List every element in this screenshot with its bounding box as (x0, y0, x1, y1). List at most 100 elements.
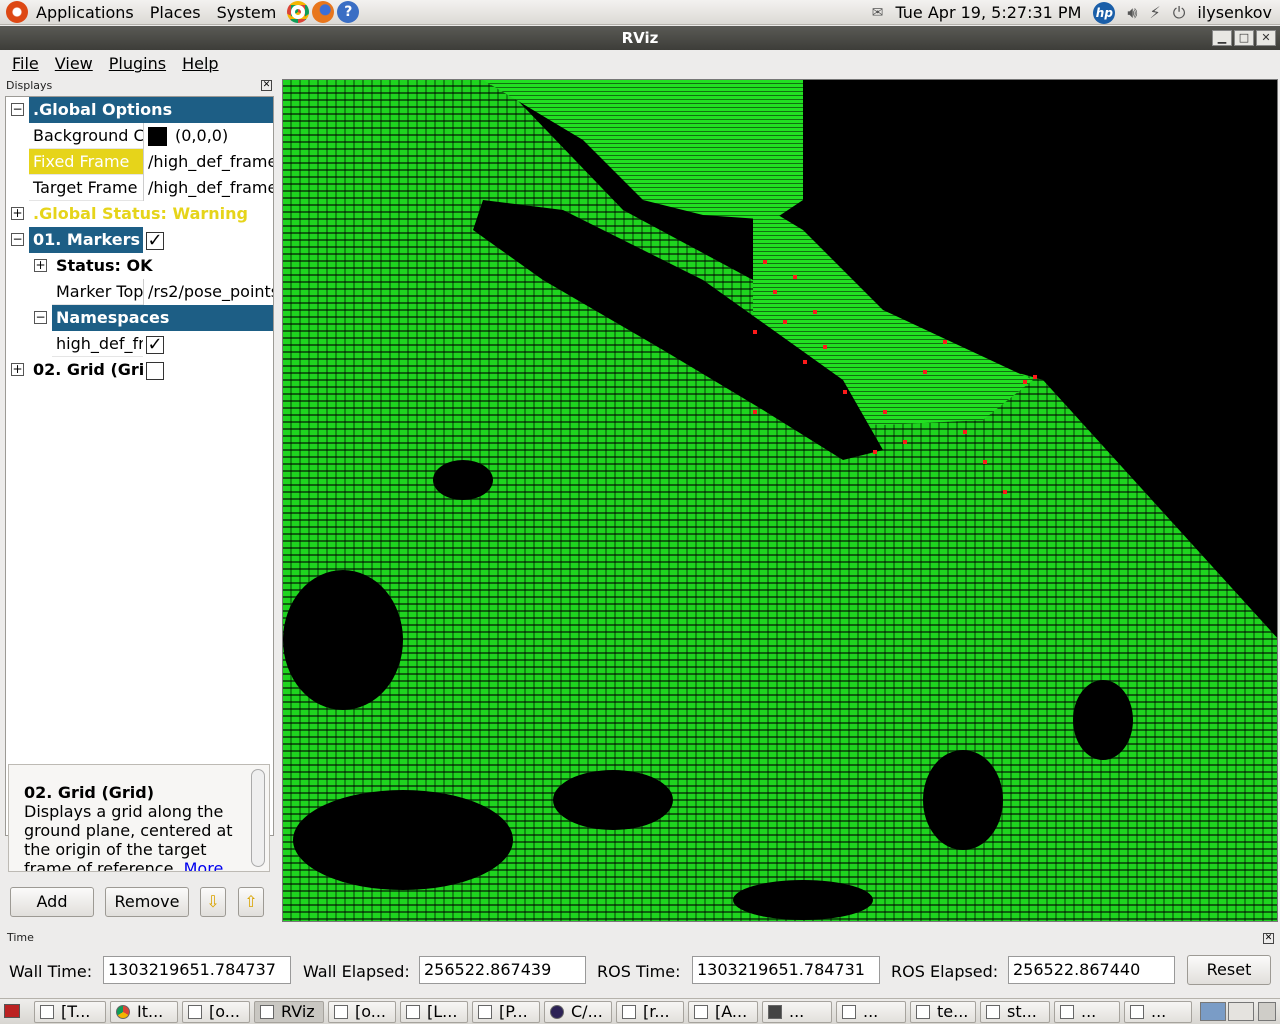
network-icon[interactable]: ⚡︎ (1149, 3, 1160, 22)
ros-elapsed-field[interactable]: 256522.867440 (1008, 956, 1175, 984)
collapse-icon[interactable]: − (11, 233, 24, 246)
displays-panel: Displays ✕ − .Global Options Background … (3, 78, 276, 924)
tree-grid[interactable]: 02. Grid (Grid) (29, 357, 143, 383)
task-label: [o... (355, 1002, 387, 1021)
move-down-icon[interactable]: ⇩ (200, 887, 226, 917)
tree-global-options[interactable]: .Global Options (29, 97, 273, 123)
task-item[interactable]: It... (110, 1001, 178, 1023)
time-panel: Time ✕ Wall Time: 1303219651.784737 Wall… (0, 929, 1280, 991)
close-icon[interactable]: ✕ (261, 80, 272, 91)
task-item[interactable]: [T... (34, 1001, 106, 1023)
mail-icon[interactable]: ✉ (872, 5, 884, 21)
task-label: [L... (427, 1002, 458, 1021)
task-item[interactable]: C/... (544, 1001, 612, 1023)
more-link[interactable]: More (184, 859, 224, 871)
menu-help[interactable]: Help (174, 54, 226, 73)
tree-status-ok[interactable]: Status: OK (52, 253, 273, 279)
window-icon (478, 1005, 492, 1019)
task-label: C/... (571, 1002, 603, 1021)
close-icon[interactable]: ✕ (1263, 933, 1274, 944)
expand-icon[interactable]: + (34, 259, 47, 272)
window-icon (334, 1005, 348, 1019)
collapse-icon[interactable]: − (11, 103, 24, 116)
power-icon[interactable]: ⏻ (1173, 3, 1186, 23)
wall-elapsed-label: Wall Elapsed: (303, 962, 410, 981)
task-item[interactable]: [A... (688, 1001, 758, 1023)
add-button[interactable]: Add (10, 887, 94, 917)
fixed-frame-value[interactable]: /high_def_frame (143, 149, 273, 175)
displays-tree[interactable]: − .Global Options Background Color (0,0,… (5, 96, 274, 836)
ubuntu-logo-icon[interactable] (6, 1, 28, 23)
wall-time-label: Wall Time: (9, 962, 93, 981)
show-desktop-icon[interactable] (4, 1004, 20, 1018)
tree-namespaces[interactable]: Namespaces (52, 305, 273, 331)
description-text: Displays a grid along the ground plane, … (24, 802, 239, 871)
menu-plugins[interactable]: Plugins (101, 54, 174, 73)
task-item-rviz[interactable]: RViz (254, 1001, 324, 1023)
wall-time-field[interactable]: 1303219651.784737 (103, 956, 291, 984)
wall-elapsed-field[interactable]: 256522.867439 (419, 956, 586, 984)
task-item[interactable]: [o... (182, 1001, 250, 1023)
render-viewport[interactable] (282, 79, 1278, 922)
task-label: ... (1151, 1002, 1167, 1021)
system-menu[interactable]: System (209, 3, 285, 22)
task-item[interactable]: [L... (400, 1001, 468, 1023)
menu-file[interactable]: File (4, 54, 47, 73)
task-item[interactable]: ... (1054, 1001, 1120, 1023)
clock[interactable]: Tue Apr 19, 5:27:31 PM (895, 3, 1081, 22)
move-up-icon[interactable]: ⇧ (238, 887, 264, 917)
tree-markers[interactable]: 01. Markers (29, 227, 143, 253)
task-item[interactable]: [o... (328, 1001, 396, 1023)
namespace-item[interactable]: high_def_frame (52, 331, 143, 357)
task-item[interactable]: [r... (616, 1001, 684, 1023)
expand-icon[interactable]: + (11, 207, 24, 220)
tree-global-status[interactable]: .Global Status: Warning (29, 201, 273, 227)
hp-icon[interactable]: hp (1093, 1, 1116, 24)
image-icon (768, 1005, 782, 1019)
minimize-button[interactable]: ▁ (1212, 30, 1232, 46)
workspace-switcher[interactable] (1228, 1002, 1254, 1021)
window-icon (694, 1005, 708, 1019)
workspace-switcher[interactable] (1200, 1002, 1226, 1021)
ros-time-field[interactable]: 1303219651.784731 (692, 956, 880, 984)
namespace-enabled-checkbox[interactable]: ✓ (146, 331, 176, 357)
volume-icon[interactable]: 🔊︎ (1127, 3, 1137, 23)
firefox-icon[interactable] (312, 1, 335, 23)
expand-icon[interactable]: + (11, 363, 24, 376)
trash-icon[interactable] (1258, 1002, 1276, 1021)
background-color-label[interactable]: Background Color (29, 123, 143, 149)
window-icon (40, 1005, 54, 1019)
marker-topic-value[interactable]: /rs2/pose_points (143, 279, 273, 305)
task-label: ... (1081, 1002, 1097, 1021)
task-item[interactable]: [P... (472, 1001, 540, 1023)
background-color-value[interactable]: (0,0,0) (143, 123, 273, 149)
task-item[interactable]: ... (762, 1001, 832, 1023)
user-name[interactable]: ilysenkov (1197, 3, 1272, 22)
task-item[interactable]: st... (980, 1001, 1050, 1023)
task-item[interactable]: ... (836, 1001, 906, 1023)
collapse-icon[interactable]: − (34, 311, 47, 324)
menu-view[interactable]: View (47, 54, 101, 73)
help-icon[interactable]: ? (337, 1, 360, 23)
target-frame-value[interactable]: /high_def_frame (143, 175, 273, 201)
marker-topic-label[interactable]: Marker Topic (52, 279, 143, 305)
window-icon (1130, 1005, 1144, 1019)
maximize-button[interactable]: □ (1234, 30, 1254, 46)
task-item[interactable]: te... (910, 1001, 976, 1023)
fixed-frame-label[interactable]: Fixed Frame (29, 149, 143, 175)
window-titlebar[interactable]: RViz ▁ □ ✕ (0, 26, 1280, 50)
task-item[interactable]: ... (1124, 1001, 1192, 1023)
chrome-icon[interactable] (287, 1, 310, 23)
description-scrollbar[interactable] (251, 769, 265, 867)
markers-enabled-checkbox[interactable]: ✓ (146, 227, 176, 253)
top-panel: Applications Places System ? ✉ Tue Apr 1… (0, 0, 1280, 25)
places-menu[interactable]: Places (142, 3, 209, 22)
task-label: [T... (61, 1002, 91, 1021)
reset-button[interactable]: Reset (1187, 955, 1271, 985)
remove-button[interactable]: Remove (105, 887, 189, 917)
window-icon (986, 1005, 1000, 1019)
target-frame-label[interactable]: Target Frame (29, 175, 143, 201)
applications-menu[interactable]: Applications (28, 3, 142, 22)
close-button[interactable]: ✕ (1256, 30, 1276, 46)
grid-enabled-checkbox[interactable] (146, 357, 176, 383)
